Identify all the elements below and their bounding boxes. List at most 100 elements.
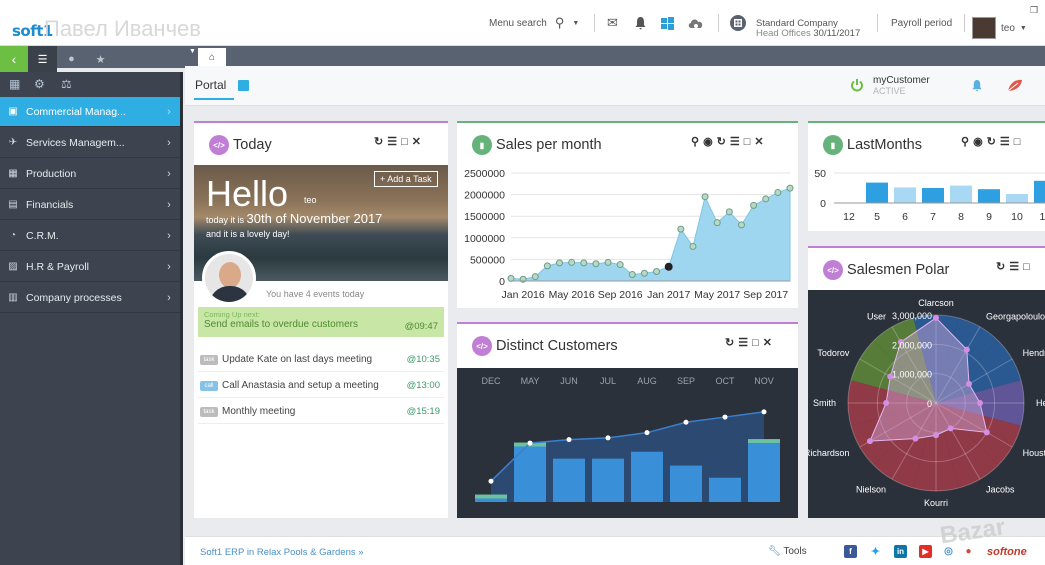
eye-icon[interactable]: ◉ bbox=[973, 136, 987, 148]
close-icon[interactable]: ✕ bbox=[412, 136, 425, 148]
divider bbox=[718, 14, 719, 32]
tools-button[interactable]: 🔧︎ Tools bbox=[768, 546, 807, 557]
data-point bbox=[737, 221, 745, 229]
tab-portal[interactable]: Portal bbox=[195, 78, 226, 92]
menu-icon[interactable]: ☰ bbox=[1009, 261, 1023, 273]
data-point bbox=[604, 258, 612, 266]
widget-toolbar: ↻☰□ bbox=[996, 260, 1034, 273]
bar bbox=[592, 458, 624, 502]
maximize-icon[interactable]: □ bbox=[1014, 136, 1025, 148]
collapse-sidebar-button[interactable]: ‹ bbox=[0, 46, 28, 72]
erp-link[interactable]: Soft1 ERP in Relax Pools & Gardens » bbox=[200, 547, 364, 558]
sidebar-item[interactable]: ✈ Services Managem... › bbox=[0, 128, 180, 158]
sidebar-item[interactable]: ▥ Company processes › bbox=[0, 283, 180, 313]
maximize-icon[interactable]: □ bbox=[744, 136, 755, 148]
avatar bbox=[202, 251, 256, 305]
tools-label: Tools bbox=[783, 546, 807, 557]
task-time: @13:00 bbox=[406, 380, 440, 391]
bar bbox=[922, 188, 944, 203]
distinct-customers-widget: </> Distinct Customers ↻☰□✕ DEC MAY JUN JUL… bbox=[457, 322, 798, 518]
plane-icon: ✈ bbox=[8, 137, 18, 148]
twitter-icon[interactable]: ✦ bbox=[869, 545, 882, 558]
data-point bbox=[750, 201, 758, 209]
hello-text: Hello bbox=[206, 173, 289, 214]
sidebar-item[interactable]: ▦ Production › bbox=[0, 159, 180, 189]
menu-icon[interactable]: ☰ bbox=[730, 136, 744, 148]
refresh-icon[interactable]: ↻ bbox=[996, 261, 1009, 273]
sidebar-item[interactable]: ▨ H.R & Payroll › bbox=[0, 252, 180, 282]
menu-search-button[interactable]: Menu search ⚲ ▼ bbox=[489, 14, 579, 32]
coming-up-next[interactable]: Coming Up next: Send emails to overdue c… bbox=[198, 307, 444, 337]
refresh-icon[interactable]: ↻ bbox=[374, 136, 387, 148]
sidebar-scrollbar[interactable] bbox=[180, 72, 183, 565]
task-text: Monthly meeting bbox=[222, 406, 296, 417]
leaf-icon[interactable] bbox=[1007, 79, 1023, 95]
payroll-period-button[interactable]: Payroll period bbox=[891, 14, 952, 32]
customer-selector[interactable]: myCustomer ACTIVE bbox=[873, 75, 930, 97]
task-tag: task bbox=[200, 406, 218, 417]
mail-icon[interactable]: ✉ bbox=[607, 14, 618, 32]
sidebar-item-label: Services Managem... bbox=[26, 136, 125, 149]
data-point bbox=[912, 435, 919, 442]
list-icon[interactable]: ☰ bbox=[28, 46, 57, 72]
company-icon[interactable] bbox=[730, 14, 746, 32]
data-point bbox=[963, 346, 970, 353]
data-point bbox=[543, 262, 551, 270]
user-menu[interactable]: teo ▼ bbox=[972, 17, 1027, 39]
refresh-icon[interactable]: ↻ bbox=[725, 337, 738, 349]
power-icon[interactable] bbox=[850, 78, 864, 95]
facebook-icon[interactable]: f bbox=[844, 545, 857, 558]
youtube-icon[interactable]: ▶ bbox=[919, 545, 932, 558]
refresh-icon[interactable]: ↻ bbox=[987, 136, 1000, 148]
bell-icon[interactable] bbox=[634, 14, 647, 32]
maximize-icon[interactable]: □ bbox=[752, 337, 763, 349]
linkedin-icon[interactable]: in bbox=[894, 545, 907, 558]
cloud-gear-icon[interactable] bbox=[687, 14, 705, 32]
search-icon[interactable]: ⚲ bbox=[691, 136, 703, 148]
menu-icon[interactable]: ☰ bbox=[387, 136, 401, 148]
sidebar-item[interactable]: ◔ C.R.M. › bbox=[0, 221, 180, 251]
chevron-down-icon: ▼ bbox=[572, 19, 580, 27]
star-icon[interactable]: ★ bbox=[86, 46, 115, 72]
sidebar-item[interactable]: ▣ Commercial Manag... › bbox=[0, 97, 180, 127]
maximize-icon[interactable]: □ bbox=[1023, 261, 1034, 273]
bar bbox=[748, 443, 780, 502]
factory-icon[interactable]: ▦ bbox=[9, 77, 20, 91]
pie-icon: ◔ bbox=[9, 230, 17, 241]
close-icon[interactable]: ✕ bbox=[754, 136, 767, 148]
customer-status: ACTIVE bbox=[873, 86, 906, 96]
home-tab[interactable]: ⌂ bbox=[198, 48, 226, 66]
close-icon[interactable]: ✕ bbox=[763, 337, 776, 349]
gear-icon[interactable]: ⚙ bbox=[34, 77, 45, 91]
search-icon[interactable]: ⚲ bbox=[961, 136, 973, 148]
task-row[interactable]: task Update Kate on last days meeting @1… bbox=[198, 348, 444, 372]
scale-icon[interactable]: ⚖ bbox=[61, 77, 72, 91]
company-selector[interactable]: Standard Company Head Offices 30/11/2017 bbox=[756, 19, 860, 39]
today-widget: </> Today ↻☰□✕ Hello teo today it is 30t… bbox=[194, 121, 448, 518]
r-tick-label: 2,000,000 bbox=[892, 340, 932, 350]
sidebar-item[interactable]: ▤ Financials › bbox=[0, 190, 180, 220]
task-row[interactable]: task Monthly meeting @15:19 bbox=[198, 400, 444, 424]
menu-icon[interactable]: ☰ bbox=[1000, 136, 1014, 148]
user-icon[interactable]: ● bbox=[57, 46, 86, 72]
chevron-down-icon: ▼ bbox=[1019, 24, 1027, 32]
chevron-right-icon: › bbox=[167, 291, 171, 304]
refresh-icon[interactable]: ↻ bbox=[717, 136, 730, 148]
menu-icon[interactable]: ☰ bbox=[738, 337, 752, 349]
user-name: teo bbox=[1001, 22, 1015, 34]
widget-title: Salesmen Polar bbox=[847, 262, 950, 278]
menu-search-label: Menu search bbox=[489, 17, 547, 29]
portal-menu-icon[interactable] bbox=[238, 80, 249, 91]
notification-bell-icon[interactable] bbox=[971, 79, 983, 95]
bar bbox=[950, 185, 972, 203]
data-point bbox=[983, 429, 990, 436]
restore-window-icon[interactable]: ❐ bbox=[1030, 1, 1038, 19]
task-row[interactable]: call Call Anastasia and setup a meeting … bbox=[198, 374, 444, 398]
maximize-icon[interactable]: □ bbox=[401, 136, 412, 148]
windows-icon[interactable] bbox=[661, 14, 674, 32]
active-tab-indicator bbox=[194, 98, 234, 100]
add-task-button[interactable]: + Add a Task bbox=[374, 171, 438, 187]
eye-icon[interactable]: ◉ bbox=[703, 136, 717, 148]
tab-strip bbox=[0, 46, 1045, 68]
x-tick-label: JUN bbox=[560, 376, 578, 386]
